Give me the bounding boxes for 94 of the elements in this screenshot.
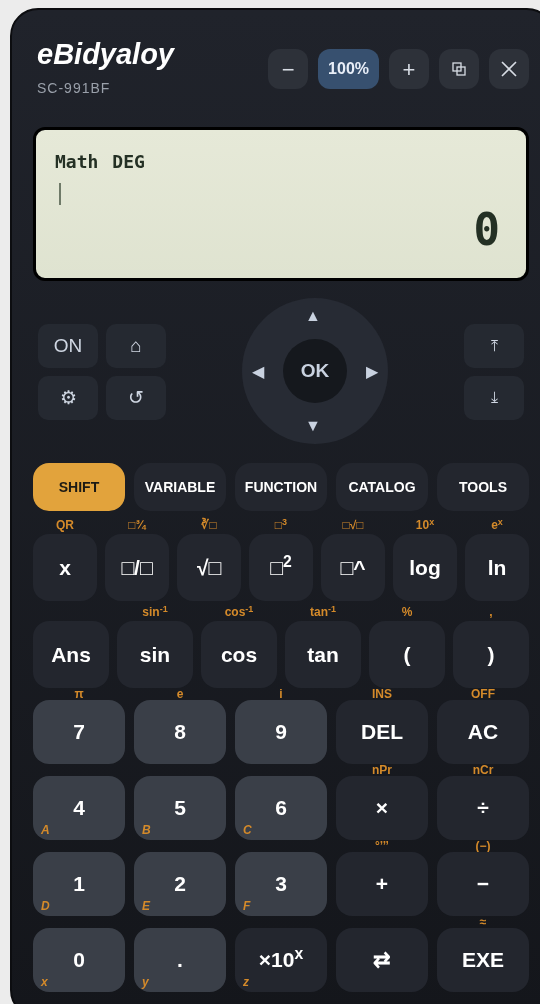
calculator-key[interactable]: tan — [285, 621, 361, 688]
calculator-key[interactable]: x — [33, 534, 97, 601]
calculator-key[interactable]: 4 A — [33, 776, 125, 840]
scroll-key[interactable]: ⤒ — [464, 324, 524, 368]
calculator-key[interactable]: □/□ — [105, 534, 169, 601]
up-arrow[interactable]: ▲ — [305, 304, 321, 328]
shift-label: QR — [56, 519, 74, 531]
shift-label: i — [279, 688, 283, 700]
calculator-key[interactable]: sin — [117, 621, 193, 688]
menu-key[interactable]: CATALOG — [336, 463, 428, 511]
calculator-key[interactable]: × — [336, 776, 428, 840]
alpha-label: B — [142, 824, 151, 836]
alpha-label: z — [243, 976, 249, 988]
result-value: 0 — [473, 206, 500, 254]
shift-label: e$^{x}$ — [491, 519, 503, 531]
calculator-key[interactable]: □^ — [321, 534, 385, 601]
menu-key[interactable]: VARIABLE — [134, 463, 226, 511]
right-arrow[interactable]: ▶ — [366, 360, 378, 384]
shift-label: nCr — [472, 764, 494, 776]
calculator-key[interactable]: ( — [369, 621, 445, 688]
shift-label: cos$^{-1}$ — [224, 606, 254, 618]
control-key[interactable]: ⚙ — [38, 376, 98, 420]
shift-label: °’’’ — [375, 840, 389, 852]
alpha-label: x — [41, 976, 48, 988]
direction-pad[interactable]: ▲ ▼ ◀ ▶ OK — [242, 298, 388, 444]
shift-key[interactable]: SHIFT — [33, 463, 125, 511]
text-cursor — [59, 183, 61, 205]
menu-key[interactable]: FUNCTION — [235, 463, 327, 511]
close-icon — [501, 61, 517, 77]
left-arrow[interactable]: ◀ — [252, 360, 264, 384]
calculator-key[interactable]: □$^{2}$ — [249, 534, 313, 601]
shift-label: sin$^{-1}$ — [142, 606, 168, 618]
calculator-key[interactable]: cos — [201, 621, 277, 688]
calculator-key[interactable]: 2 E — [134, 852, 226, 916]
alpha-label: A — [41, 824, 50, 836]
calculator-key[interactable]: ÷ — [437, 776, 529, 840]
control-key[interactable]: ↺ — [106, 376, 166, 420]
shift-label: nPr — [372, 764, 392, 776]
close-button[interactable] — [489, 49, 529, 89]
calculator-key[interactable]: ln — [465, 534, 529, 601]
zoom-level-button[interactable]: 100% — [318, 49, 379, 89]
shift-label: OFF — [471, 688, 495, 700]
control-key[interactable]: ⌂ — [106, 324, 166, 368]
calculator-key[interactable]: Ans — [33, 621, 109, 688]
shift-label: π — [74, 688, 84, 700]
shift-label: □$^{3}$ — [274, 519, 288, 531]
scroll-key[interactable]: ⤓ — [464, 376, 524, 420]
shift-label: % — [401, 606, 413, 618]
alpha-label: y — [142, 976, 149, 988]
ok-button[interactable]: OK — [283, 339, 347, 403]
shift-label: , — [489, 606, 493, 618]
zoom-button[interactable]: + — [389, 49, 429, 89]
calculator-key[interactable]: 1 D — [33, 852, 125, 916]
control-key[interactable]: ON — [38, 324, 98, 368]
calculator-key[interactable]: 6 C — [235, 776, 327, 840]
overlapping-squares-icon — [452, 62, 466, 76]
calculator-key[interactable]: log — [393, 534, 457, 601]
shift-label: (−) — [475, 840, 491, 852]
app-title: eBidyaloy — [37, 37, 174, 72]
shift-label: e — [176, 688, 184, 700]
calculator-key[interactable]: . y — [134, 928, 226, 992]
model-name: SC-991BF — [37, 79, 112, 98]
zoom-button[interactable]: − — [268, 49, 309, 89]
shift-label: tan$^{-1}$ — [310, 606, 336, 618]
alpha-label: C — [243, 824, 252, 836]
menu-key[interactable]: TOOLS — [437, 463, 529, 511]
calculator-key[interactable]: ) — [453, 621, 529, 688]
calculator-key[interactable]: − — [437, 852, 529, 916]
down-arrow[interactable]: ▼ — [305, 414, 321, 438]
restore-button[interactable] — [439, 49, 479, 89]
alpha-label: E — [142, 900, 150, 912]
calculator-key[interactable]: EXE — [437, 928, 529, 992]
calculator-key[interactable]: 5 B — [134, 776, 226, 840]
calculator-key[interactable]: 0 x — [33, 928, 125, 992]
alpha-label: D — [41, 900, 50, 912]
shift-label: □¾ — [128, 519, 146, 531]
angle-indicator: DEG — [112, 150, 145, 174]
shift-label: □√□ — [342, 519, 364, 531]
calculator-key[interactable]: 7 — [33, 700, 125, 764]
shift-label: ≈ — [479, 916, 487, 928]
calculator-key[interactable]: DEL — [336, 700, 428, 764]
calculator-key[interactable]: 9 — [235, 700, 327, 764]
calculator-key[interactable]: AC — [437, 700, 529, 764]
shift-label: 10$^{x}$ — [415, 519, 435, 531]
calculator-key[interactable]: ⇄ — [336, 928, 428, 992]
mode-indicator: Math — [55, 150, 99, 174]
calculator-key[interactable]: √□ — [177, 534, 241, 601]
shift-label: INS — [372, 688, 392, 700]
calculator-key[interactable]: 8 — [134, 700, 226, 764]
calculator-key[interactable]: + — [336, 852, 428, 916]
calculator-key[interactable]: 3 F — [235, 852, 327, 916]
alpha-label: F — [243, 900, 251, 912]
shift-label: ∛□ — [201, 519, 217, 531]
calculator-key[interactable]: ×10$^{x}$ z — [235, 928, 327, 992]
